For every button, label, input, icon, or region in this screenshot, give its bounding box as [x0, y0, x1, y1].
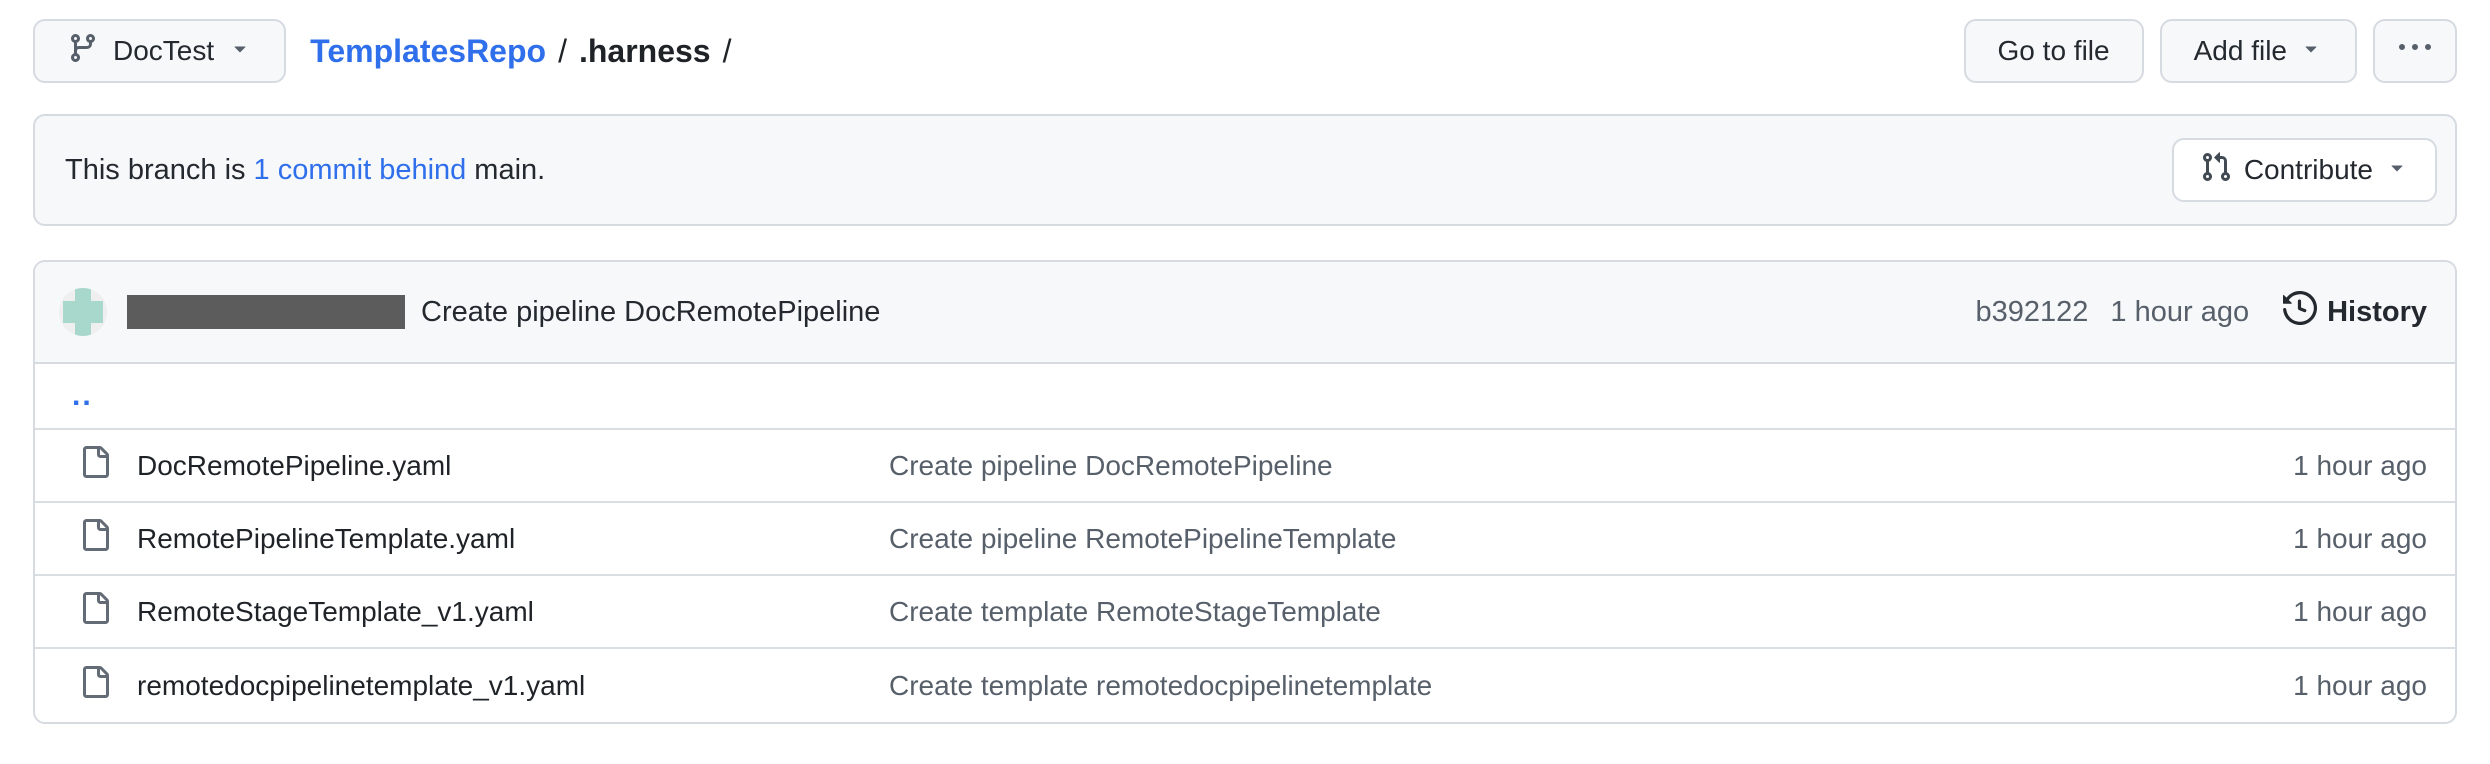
- breadcrumb-separator: /: [558, 33, 567, 70]
- file-commit-time: 1 hour ago: [2167, 670, 2427, 702]
- file-commit-message-link[interactable]: Create pipeline RemotePipelineTemplate: [889, 523, 1396, 554]
- identicon-plus-icon: [63, 301, 103, 323]
- commit-sha-link[interactable]: b392122: [1976, 296, 2089, 329]
- add-file-button[interactable]: Add file: [2160, 19, 2357, 83]
- chevron-down-icon: [2299, 35, 2323, 67]
- file-icon: [79, 666, 111, 705]
- commit-time: 1 hour ago: [2110, 296, 2249, 329]
- table-row: remotedocpipelinetemplate_v1.yaml Create…: [35, 649, 2455, 722]
- file-commit-message-link[interactable]: Create template RemoteStageTemplate: [889, 596, 1381, 627]
- table-row: RemotePipelineTemplate.yaml Create pipel…: [35, 503, 2455, 576]
- file-link[interactable]: RemoteStageTemplate_v1.yaml: [137, 596, 534, 628]
- repo-actions: Go to file Add file: [1964, 19, 2457, 83]
- commits-behind-link[interactable]: 1 commit behind: [254, 154, 467, 187]
- branch-name-label: DocTest: [113, 35, 214, 67]
- parent-directory-row: ..: [35, 364, 2455, 430]
- parent-directory-link[interactable]: ..: [72, 379, 93, 413]
- table-row: RemoteStageTemplate_v1.yaml Create templ…: [35, 576, 2455, 649]
- file-commit-message-cell: Create pipeline RemotePipelineTemplate: [889, 523, 2167, 555]
- chevron-down-icon: [2385, 154, 2409, 186]
- file-link[interactable]: DocRemotePipeline.yaml: [137, 450, 451, 482]
- file-table: Create pipeline DocRemotePipeline b39212…: [33, 260, 2457, 724]
- chevron-down-icon: [228, 35, 252, 67]
- file-commit-time: 1 hour ago: [2167, 450, 2427, 482]
- branch-status-banner: This branch is 1 commit behind main. Con…: [33, 114, 2457, 226]
- branch-status-suffix: main.: [474, 154, 545, 187]
- branch-and-breadcrumb: DocTest TemplatesRepo / .harness /: [33, 19, 731, 83]
- file-icon: [79, 519, 111, 558]
- file-commit-time: 1 hour ago: [2167, 596, 2427, 628]
- file-name-cell: remotedocpipelinetemplate_v1.yaml: [79, 666, 889, 705]
- breadcrumb: TemplatesRepo / .harness /: [310, 33, 731, 70]
- file-commit-message-cell: Create template RemoteStageTemplate: [889, 596, 2167, 628]
- file-commit-message-cell: Create template remotedocpipelinetemplat…: [889, 670, 2167, 702]
- file-icon: [79, 592, 111, 631]
- file-name-cell: DocRemotePipeline.yaml: [79, 446, 889, 485]
- more-options-button[interactable]: [2373, 19, 2457, 83]
- history-label: History: [2327, 296, 2427, 329]
- file-commit-time: 1 hour ago: [2167, 523, 2427, 555]
- file-icon: [79, 446, 111, 485]
- file-commit-message-link[interactable]: Create template remotedocpipelinetemplat…: [889, 670, 1432, 701]
- go-to-file-button[interactable]: Go to file: [1964, 19, 2144, 83]
- breadcrumb-separator: /: [723, 33, 732, 70]
- kebab-horizontal-icon: [2399, 32, 2431, 71]
- file-link[interactable]: RemotePipelineTemplate.yaml: [137, 523, 515, 555]
- branch-status-text: This branch is 1 commit behind main.: [65, 154, 545, 187]
- contribute-label: Contribute: [2244, 154, 2373, 186]
- file-link[interactable]: remotedocpipelinetemplate_v1.yaml: [137, 670, 585, 702]
- contribute-button[interactable]: Contribute: [2172, 138, 2437, 202]
- branch-selector-button[interactable]: DocTest: [33, 19, 286, 83]
- breadcrumb-repo-link[interactable]: TemplatesRepo: [310, 33, 546, 70]
- latest-commit-header: Create pipeline DocRemotePipeline b39212…: [35, 262, 2455, 364]
- file-commit-message-link[interactable]: Create pipeline DocRemotePipeline: [889, 450, 1333, 481]
- history-link[interactable]: History: [2283, 291, 2427, 333]
- commit-author-avatar[interactable]: [59, 288, 107, 336]
- clock-history-icon: [2283, 291, 2317, 333]
- latest-commit-meta: b392122 1 hour ago History: [1976, 291, 2428, 333]
- repo-header-bar: DocTest TemplatesRepo / .harness / Go to…: [33, 18, 2457, 84]
- git-pull-request-icon: [2200, 151, 2232, 190]
- repo-file-browser: DocTest TemplatesRepo / .harness / Go to…: [0, 0, 2490, 724]
- table-row: DocRemotePipeline.yaml Create pipeline D…: [35, 430, 2455, 503]
- file-name-cell: RemotePipelineTemplate.yaml: [79, 519, 889, 558]
- file-commit-message-cell: Create pipeline DocRemotePipeline: [889, 450, 2167, 482]
- redacted-author-name: [127, 295, 405, 329]
- branch-status-prefix: This branch is: [65, 154, 246, 187]
- latest-commit-message-link[interactable]: Create pipeline DocRemotePipeline: [421, 296, 880, 329]
- file-name-cell: RemoteStageTemplate_v1.yaml: [79, 592, 889, 631]
- breadcrumb-current-dir: .harness: [579, 33, 711, 70]
- git-branch-icon: [67, 32, 99, 71]
- add-file-label: Add file: [2194, 35, 2287, 67]
